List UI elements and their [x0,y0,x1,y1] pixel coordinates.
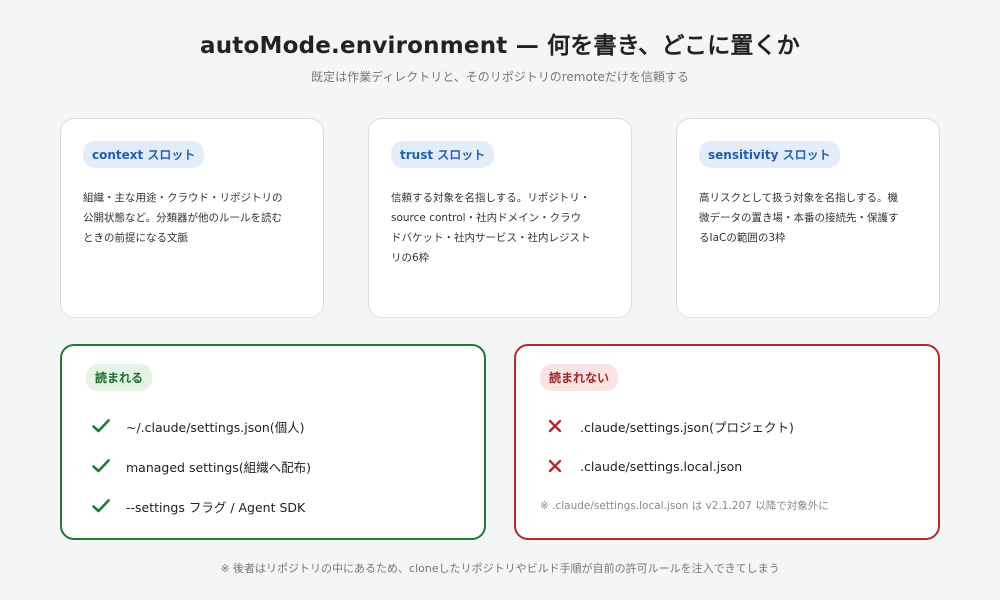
trust-slot-card: trust スロット 信頼する対象を名指しする。リポジトリ・source con… [368,118,632,318]
unread-panel-tag: 読まれない [540,364,619,391]
unread-item-label: .claude/settings.local.json [580,458,743,474]
sensitivity-slot-description: 高リスクとして扱う対象を名指しする。機微データの置き場・本番の接続先・保護するI… [699,192,899,244]
unread-panel-note: ※ .claude/settings.local.json は v2.1.207… [540,500,829,512]
page: autoMode.environment — 何を書き、どこに置くか 既定は作業… [0,0,1000,600]
read-item-label: --settings フラグ / Agent SDK [126,499,306,515]
read-item: managed settings(組織へ配布) [90,456,311,476]
read-item: ~/.claude/settings.json(個人) [90,416,305,436]
page-title: autoMode.environment — 何を書き、どこに置くか [200,33,800,59]
read-panel: 読まれる ~/.claude/settings.json(個人) managed… [60,344,486,540]
unread-item: .claude/settings.local.json [544,456,742,476]
read-panel-tag: 読まれる [86,364,153,391]
read-item-label: managed settings(組織へ配布) [126,459,312,475]
sensitivity-slot-card: sensitivity スロット 高リスクとして扱う対象を名指しする。機微データ… [676,118,940,318]
read-item-label: ~/.claude/settings.json(個人) [126,419,305,435]
footnote: ※ 後者はリポジトリの中にあるため、cloneしたリポジトリやビルド手順が自前の… [220,562,780,575]
unread-panel: 読まれない .claude/settings.json(プロジェクト) .cla… [514,344,940,540]
context-slot-tag: context スロット [83,141,205,168]
unread-item-label: .claude/settings.json(プロジェクト) [580,419,794,435]
check-icon [90,456,112,476]
check-icon [90,416,112,436]
page-subtitle: 既定は作業ディレクトリと、そのリポジトリのremoteだけを信頼する [311,70,689,84]
sensitivity-slot-tag: sensitivity スロット [699,141,840,168]
trust-slot-description: 信頼する対象を名指しする。リポジトリ・source control・社内ドメイン… [391,192,591,264]
context-slot-description: 組織・主な用途・クラウド・リポジトリの公開状態など。分類器が他のルールを読むとき… [83,192,283,244]
cross-icon [544,456,566,476]
unread-item: .claude/settings.json(プロジェクト) [544,416,794,436]
cross-icon [544,416,566,436]
context-slot-card: context スロット 組織・主な用途・クラウド・リポジトリの公開状態など。分… [60,118,324,318]
read-item: --settings フラグ / Agent SDK [90,496,305,516]
check-icon [90,496,112,516]
trust-slot-tag: trust スロット [391,141,495,168]
